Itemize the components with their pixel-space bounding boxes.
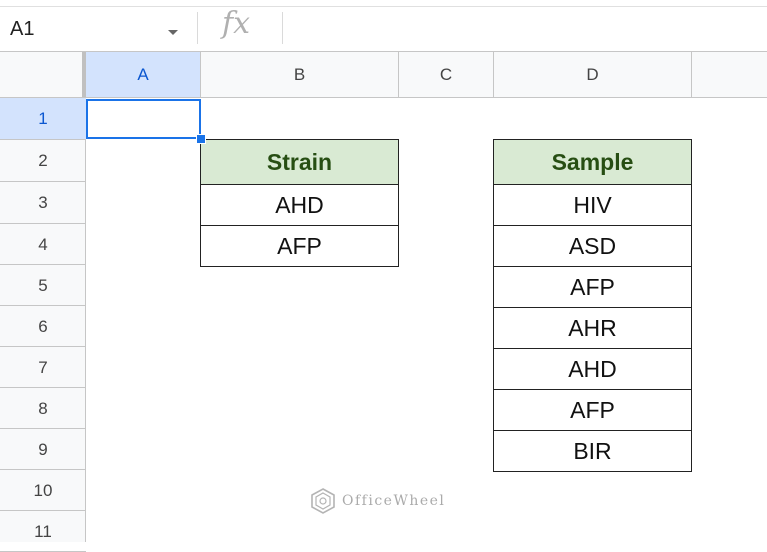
formula-bar-separator (197, 12, 198, 44)
select-all-corner[interactable] (0, 52, 86, 97)
sample-cell[interactable]: HIV (493, 184, 692, 226)
column-header-c[interactable]: C (399, 52, 494, 97)
name-box-value: A1 (10, 18, 35, 40)
sample-cell[interactable]: AHR (493, 307, 692, 349)
fill-handle[interactable] (196, 134, 206, 144)
row-header-9[interactable]: 9 (0, 429, 86, 470)
watermark: OfficeWheel (310, 486, 445, 516)
row-header-6[interactable]: 6 (0, 306, 86, 347)
formula-bar-separator (282, 12, 283, 44)
row-header-3[interactable]: 3 (0, 182, 86, 224)
fx-icon: fx (222, 6, 251, 41)
sample-header-cell[interactable]: Sample (493, 139, 692, 185)
strain-cell[interactable]: AHD (200, 184, 399, 226)
row-header-2[interactable]: 2 (0, 140, 86, 182)
row-header-bar: 1 2 3 4 5 6 7 8 9 10 11 (0, 98, 86, 552)
formula-bar: A1 fx (0, 0, 767, 52)
sample-cell[interactable]: BIR (493, 430, 692, 472)
sample-cell[interactable]: AHD (493, 348, 692, 390)
sample-table: Sample HIV ASD AFP AHR AHD AFP BIR (493, 139, 692, 472)
row-header-11[interactable]: 11 (0, 511, 86, 552)
row-header-10[interactable]: 10 (0, 470, 86, 511)
strain-cell[interactable]: AFP (200, 225, 399, 267)
strain-header-cell[interactable]: Strain (200, 139, 399, 185)
active-cell-selection[interactable] (86, 99, 201, 139)
sample-cell[interactable]: AFP (493, 266, 692, 308)
sample-cell[interactable]: AFP (493, 389, 692, 431)
column-header-e[interactable] (692, 52, 767, 97)
officewheel-logo-icon (311, 488, 335, 514)
strain-table: Strain AHD AFP (200, 139, 399, 267)
row-header-5[interactable]: 5 (0, 265, 86, 306)
row-header-8[interactable]: 8 (0, 388, 86, 429)
watermark-text: OfficeWheel (342, 493, 446, 509)
column-header-a[interactable]: A (86, 52, 201, 97)
toolbar-divider (0, 6, 767, 7)
formula-input[interactable] (290, 12, 760, 44)
row-header-4[interactable]: 4 (0, 224, 86, 265)
column-header-d[interactable]: D (494, 52, 692, 97)
row-header-7[interactable]: 7 (0, 347, 86, 388)
row-header-1[interactable]: 1 (0, 98, 86, 140)
sample-cell[interactable]: ASD (493, 225, 692, 267)
column-header-bar: A B C D (0, 52, 767, 98)
column-header-b[interactable]: B (201, 52, 399, 97)
name-box[interactable]: A1 (0, 8, 195, 50)
chevron-down-icon[interactable] (168, 30, 178, 35)
